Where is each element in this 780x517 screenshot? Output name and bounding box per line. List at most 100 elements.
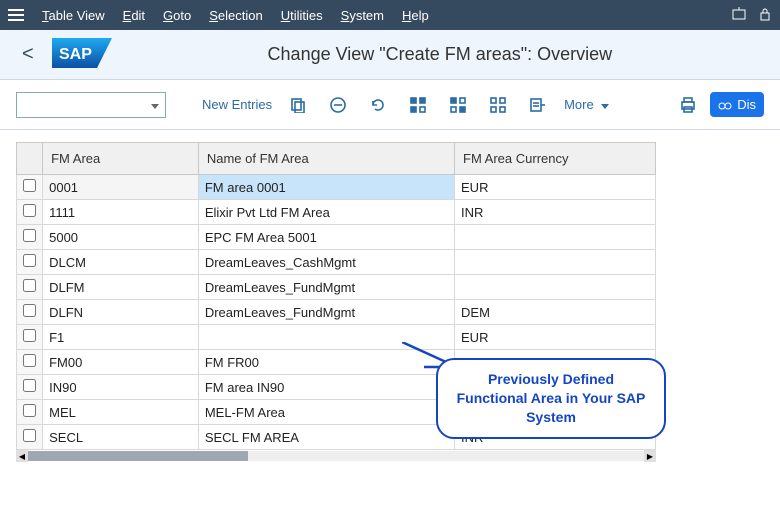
toolbar: New Entries More Dis bbox=[0, 80, 780, 130]
cell-fm-area[interactable]: MEL bbox=[43, 400, 199, 425]
cell-currency[interactable]: EUR bbox=[455, 175, 656, 200]
col-fm-area[interactable]: FM Area bbox=[43, 143, 199, 175]
cell-fm-area[interactable]: DLCM bbox=[43, 250, 199, 275]
cell-fm-area[interactable]: F1 bbox=[43, 325, 199, 350]
copy-icon[interactable] bbox=[284, 92, 312, 118]
hamburger-icon[interactable] bbox=[8, 9, 24, 21]
cell-name[interactable]: DreamLeaves_FundMgmt bbox=[198, 275, 454, 300]
scroll-right-icon[interactable]: ▶ bbox=[644, 450, 656, 462]
menubar: Table View Edit Goto Selection Utilities… bbox=[0, 0, 780, 30]
horizontal-scrollbar[interactable]: ◀ ▶ bbox=[16, 450, 656, 462]
more-button[interactable]: More bbox=[564, 97, 609, 112]
display-button[interactable]: Dis bbox=[710, 92, 764, 117]
menu-selection[interactable]: Selection bbox=[209, 8, 262, 23]
row-checkbox-cell[interactable] bbox=[17, 200, 43, 225]
row-checkbox[interactable] bbox=[23, 404, 36, 417]
menu-edit[interactable]: Edit bbox=[123, 8, 145, 23]
cell-fm-area[interactable]: 0001 bbox=[43, 175, 199, 200]
row-checkbox[interactable] bbox=[23, 429, 36, 442]
row-checkbox[interactable] bbox=[23, 229, 36, 242]
row-checkbox[interactable] bbox=[23, 279, 36, 292]
row-checkbox-cell[interactable] bbox=[17, 275, 43, 300]
delete-icon[interactable] bbox=[324, 92, 352, 118]
table-row[interactable]: DLCMDreamLeaves_CashMgmt bbox=[17, 250, 656, 275]
cell-currency[interactable]: INR bbox=[455, 200, 656, 225]
new-entries-button[interactable]: New Entries bbox=[202, 97, 272, 112]
menu-table-view[interactable]: Table View bbox=[42, 8, 105, 23]
row-checkbox[interactable] bbox=[23, 204, 36, 217]
cell-name[interactable]: DreamLeaves_FundMgmt bbox=[198, 300, 454, 325]
table-row[interactable]: 1111Elixir Pvt Ltd FM AreaINR bbox=[17, 200, 656, 225]
select-block-icon[interactable] bbox=[444, 92, 472, 118]
cell-name[interactable]: MEL-FM Area bbox=[198, 400, 454, 425]
row-checkbox[interactable] bbox=[23, 179, 36, 192]
cell-fm-area[interactable]: DLFM bbox=[43, 275, 199, 300]
row-checkbox-cell[interactable] bbox=[17, 350, 43, 375]
cell-name[interactable]: SECL FM AREA bbox=[198, 425, 454, 450]
print-icon[interactable] bbox=[674, 92, 702, 118]
row-checkbox-cell[interactable] bbox=[17, 175, 43, 200]
cell-fm-area[interactable]: DLFN bbox=[43, 300, 199, 325]
cell-name[interactable]: FM area IN90 bbox=[198, 375, 454, 400]
cell-name[interactable]: FM area 0001 bbox=[198, 175, 454, 200]
table-row[interactable]: F1 EUR bbox=[17, 325, 656, 350]
select-all-icon[interactable] bbox=[404, 92, 432, 118]
scroll-left-icon[interactable]: ◀ bbox=[16, 450, 28, 462]
view-dropdown[interactable] bbox=[16, 92, 166, 118]
row-checkbox-cell[interactable] bbox=[17, 375, 43, 400]
cell-name[interactable]: Elixir Pvt Ltd FM Area bbox=[198, 200, 454, 225]
cell-fm-area[interactable]: SECL bbox=[43, 425, 199, 450]
cell-fm-area[interactable]: IN90 bbox=[43, 375, 199, 400]
scroll-track[interactable] bbox=[28, 451, 644, 461]
table-row[interactable]: 5000EPC FM Area 5001 bbox=[17, 225, 656, 250]
more-label: More bbox=[564, 97, 594, 112]
chevron-down-icon bbox=[598, 97, 609, 112]
sap-logo: SAP bbox=[52, 38, 112, 71]
menu-utilities[interactable]: Utilities bbox=[281, 8, 323, 23]
row-checkbox-cell[interactable] bbox=[17, 325, 43, 350]
row-checkbox-cell[interactable] bbox=[17, 400, 43, 425]
cell-name[interactable]: DreamLeaves_CashMgmt bbox=[198, 250, 454, 275]
row-checkbox-cell[interactable] bbox=[17, 425, 43, 450]
page-title: Change View "Create FM areas": Overview bbox=[112, 44, 768, 65]
table-row[interactable]: DLFMDreamLeaves_FundMgmt bbox=[17, 275, 656, 300]
back-button[interactable]: < bbox=[12, 39, 44, 70]
cell-currency[interactable] bbox=[455, 225, 656, 250]
row-checkbox[interactable] bbox=[23, 254, 36, 267]
close-window-icon[interactable] bbox=[732, 7, 746, 24]
cell-fm-area[interactable]: 1111 bbox=[43, 200, 199, 225]
cell-name[interactable]: EPC FM Area 5001 bbox=[198, 225, 454, 250]
table-wrap: FM Area Name of FM Area FM Area Currency… bbox=[0, 130, 780, 462]
row-checkbox[interactable] bbox=[23, 379, 36, 392]
glasses-icon bbox=[718, 98, 732, 112]
cell-fm-area[interactable]: FM00 bbox=[43, 350, 199, 375]
col-currency[interactable]: FM Area Currency bbox=[455, 143, 656, 175]
undo-icon[interactable] bbox=[364, 92, 392, 118]
col-checkbox bbox=[17, 143, 43, 175]
row-checkbox[interactable] bbox=[23, 354, 36, 367]
titlebar: < SAP Change View "Create FM areas": Ove… bbox=[0, 30, 780, 80]
menu-system[interactable]: System bbox=[341, 8, 384, 23]
col-name[interactable]: Name of FM Area bbox=[198, 143, 454, 175]
row-checkbox-cell[interactable] bbox=[17, 250, 43, 275]
annotation-callout: Previously Defined Functional Area in Yo… bbox=[436, 358, 666, 439]
table-row[interactable]: DLFNDreamLeaves_FundMgmtDEM bbox=[17, 300, 656, 325]
row-checkbox-cell[interactable] bbox=[17, 300, 43, 325]
config-icon[interactable] bbox=[524, 92, 552, 118]
table-row[interactable]: 0001FM area 0001EUR bbox=[17, 175, 656, 200]
cell-currency[interactable]: DEM bbox=[455, 300, 656, 325]
cell-currency[interactable]: EUR bbox=[455, 325, 656, 350]
row-checkbox[interactable] bbox=[23, 329, 36, 342]
menu-goto[interactable]: Goto bbox=[163, 8, 191, 23]
row-checkbox[interactable] bbox=[23, 304, 36, 317]
chevron-down-icon bbox=[151, 97, 159, 112]
cell-currency[interactable] bbox=[455, 275, 656, 300]
scroll-thumb[interactable] bbox=[28, 451, 248, 461]
menu-help[interactable]: Help bbox=[402, 8, 429, 23]
deselect-all-icon[interactable] bbox=[484, 92, 512, 118]
row-checkbox-cell[interactable] bbox=[17, 225, 43, 250]
cell-currency[interactable] bbox=[455, 250, 656, 275]
display-label: Dis bbox=[737, 97, 756, 112]
cell-fm-area[interactable]: 5000 bbox=[43, 225, 199, 250]
lock-icon[interactable] bbox=[758, 7, 772, 24]
